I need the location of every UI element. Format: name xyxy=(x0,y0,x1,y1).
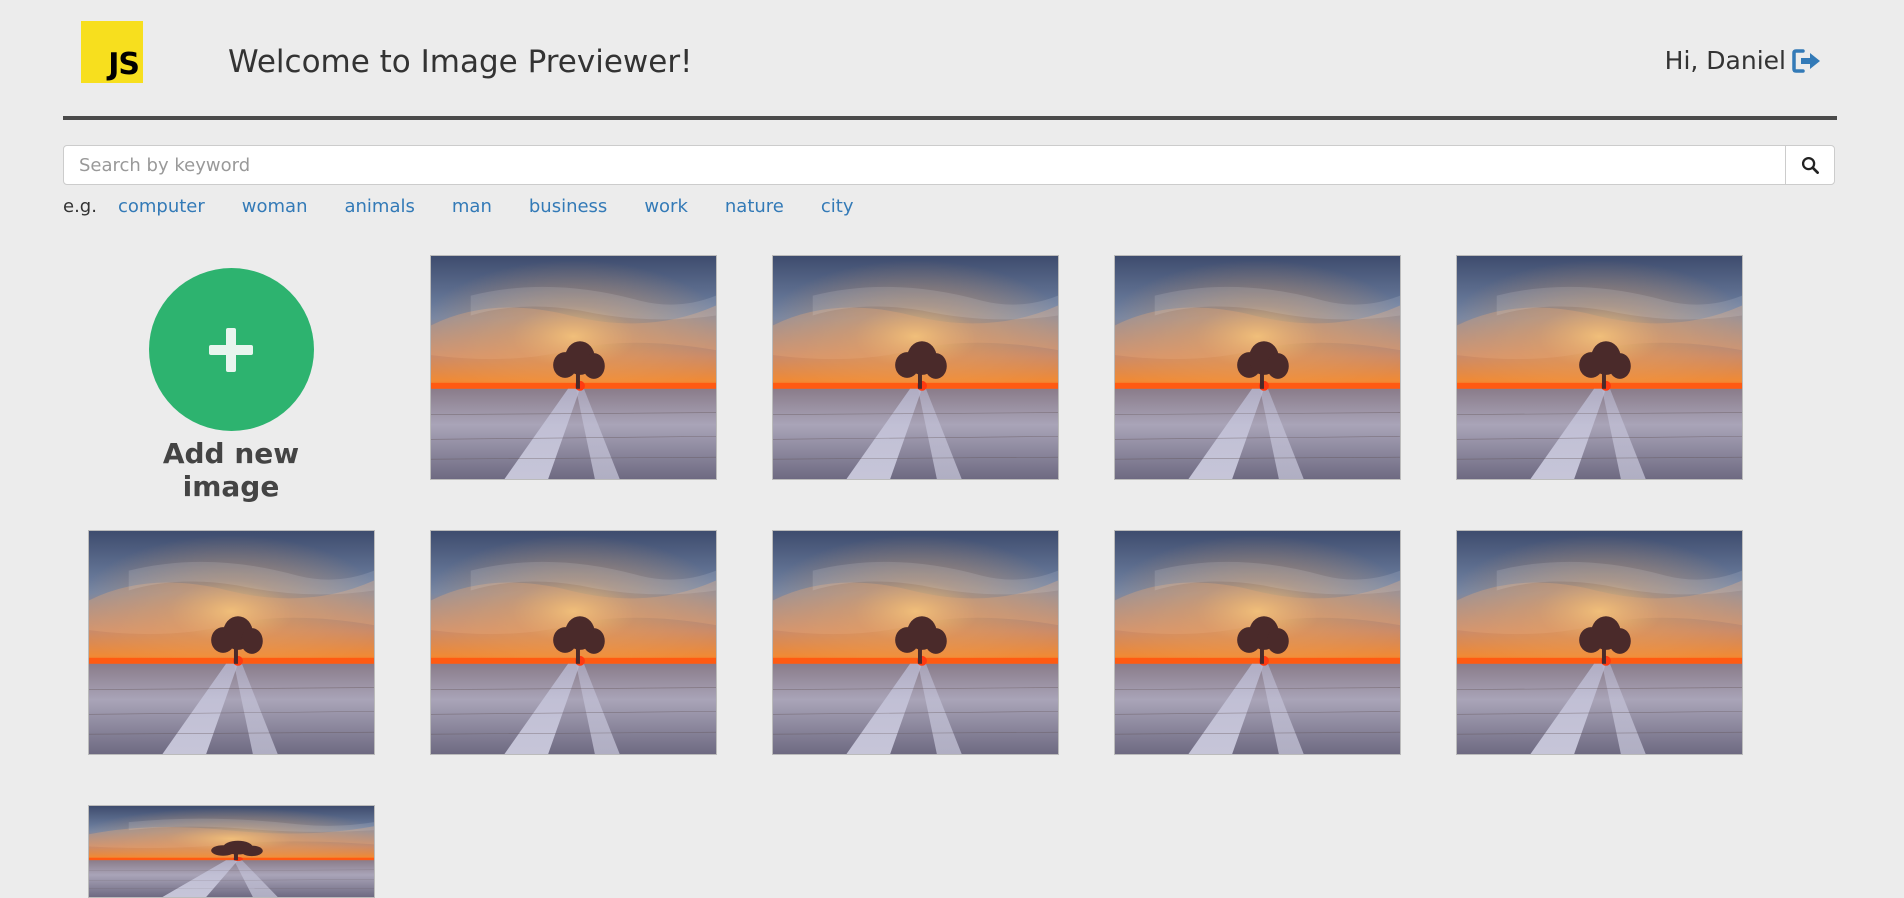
gallery-image-thumbnail[interactable] xyxy=(1456,255,1743,480)
logo-text: JS xyxy=(108,47,140,82)
gallery-image-thumbnail[interactable] xyxy=(430,255,717,480)
add-new-image-label: Add new image xyxy=(162,437,300,503)
greeting-text: Hi, Daniel xyxy=(1664,46,1786,75)
examples-prefix: e.g. xyxy=(63,196,97,217)
example-keywords: e.g. computer woman animals man business… xyxy=(63,196,890,217)
gallery-image-thumbnail[interactable] xyxy=(772,530,1059,755)
gallery-image-thumbnail[interactable] xyxy=(1114,255,1401,480)
search-button[interactable] xyxy=(1785,146,1834,184)
search-icon xyxy=(1801,156,1819,174)
keyword-link-man[interactable]: man xyxy=(452,196,492,217)
gallery-image-thumbnail[interactable] xyxy=(1114,530,1401,755)
search-bar xyxy=(63,145,1835,185)
search-input[interactable] xyxy=(64,146,1785,184)
keyword-link-business[interactable]: business xyxy=(529,196,607,217)
gallery-image-thumbnail[interactable] xyxy=(88,530,375,755)
user-greeting: Hi, Daniel xyxy=(1665,46,1822,75)
header-divider xyxy=(63,116,1837,120)
gallery-image-thumbnail[interactable] xyxy=(772,255,1059,480)
gallery-image-thumbnail[interactable] xyxy=(1456,530,1743,755)
page-title: Welcome to Image Previewer! xyxy=(228,44,693,80)
keyword-link-computer[interactable]: computer xyxy=(118,196,205,217)
keyword-link-woman[interactable]: woman xyxy=(242,196,308,217)
keyword-link-city[interactable]: city xyxy=(821,196,854,217)
plus-icon[interactable] xyxy=(148,268,314,431)
add-new-image-button[interactable]: Add new image xyxy=(120,268,342,503)
gallery-image-thumbnail[interactable] xyxy=(430,530,717,755)
sign-out-icon[interactable] xyxy=(1792,48,1822,74)
keyword-link-nature[interactable]: nature xyxy=(725,196,784,217)
keyword-link-animals[interactable]: animals xyxy=(344,196,414,217)
keyword-link-work[interactable]: work xyxy=(644,196,688,217)
js-logo: JS xyxy=(81,21,143,83)
gallery-image-thumbnail[interactable] xyxy=(88,805,375,898)
image-previewer-page: JS Welcome to Image Previewer! Hi, Danie… xyxy=(0,0,1904,898)
